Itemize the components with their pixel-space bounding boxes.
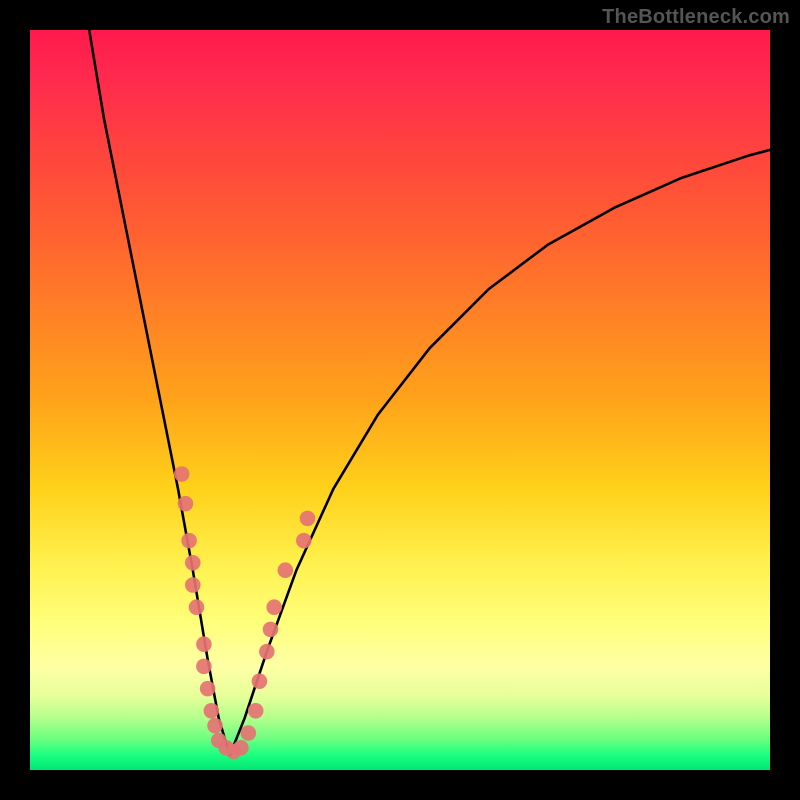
- data-point: [185, 577, 201, 593]
- outer-frame: TheBottleneck.com: [0, 0, 800, 800]
- chart-svg: [30, 30, 770, 770]
- plot-area: [30, 30, 770, 770]
- data-point: [185, 555, 201, 571]
- data-point: [207, 718, 223, 734]
- curve-right-branch: [230, 150, 770, 755]
- data-point: [300, 511, 316, 527]
- data-point: [233, 740, 249, 756]
- data-point: [248, 703, 264, 719]
- data-point: [259, 644, 275, 660]
- data-point: [278, 562, 294, 578]
- data-point: [241, 725, 257, 741]
- curve-group: [89, 30, 770, 755]
- data-point: [263, 622, 279, 638]
- data-point: [196, 636, 212, 652]
- data-point: [266, 599, 282, 615]
- data-point: [181, 533, 197, 549]
- data-point: [252, 673, 268, 689]
- data-point: [204, 703, 220, 719]
- data-point: [296, 533, 312, 549]
- data-point: [189, 599, 205, 615]
- data-point: [174, 466, 190, 482]
- data-point: [200, 681, 216, 697]
- brand-watermark: TheBottleneck.com: [602, 6, 790, 29]
- data-point: [196, 659, 212, 675]
- data-point: [178, 496, 194, 512]
